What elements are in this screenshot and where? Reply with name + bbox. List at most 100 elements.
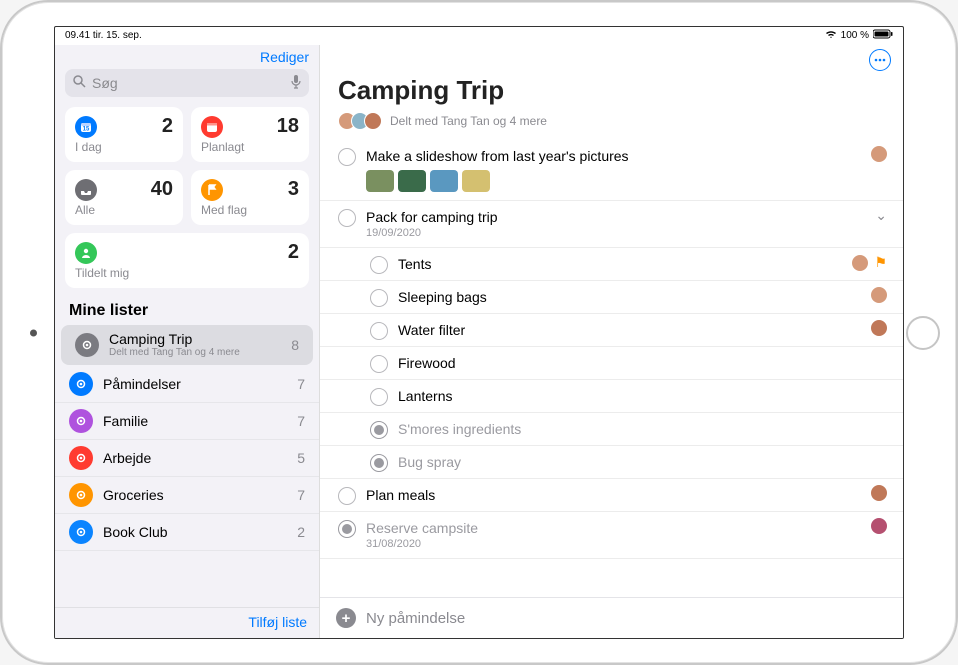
smart-assigned-count: 2 [288,241,299,264]
shared-info[interactable]: Delt med Tang Tan og 4 mere [338,112,885,130]
search-input[interactable]: Søg [65,69,309,97]
assignee-avatar [871,518,887,534]
reminder-row[interactable]: Bug spray [320,446,903,479]
smart-all-label: Alle [75,203,173,217]
assignee-avatar [871,287,887,303]
clock-text: 09.41 [65,30,90,41]
reminder-title: Reserve campsite [366,520,861,536]
reminder-meta: ⚑ [852,254,887,271]
list-item[interactable]: Arbejde 5 [55,440,319,477]
attachment-thumbs[interactable] [366,170,861,192]
list-count: 7 [297,413,305,429]
new-reminder-label: Ny påmindelse [366,610,465,627]
completion-toggle[interactable] [370,256,388,274]
completion-toggle[interactable] [338,209,356,227]
thumbnail[interactable] [366,170,394,192]
list-item[interactable]: Familie 7 [55,403,319,440]
reminder-title: Tents [398,256,842,272]
assignee-avatar [871,146,887,162]
smart-assigned[interactable]: 2 Tildelt mig [65,233,309,288]
reminders-list: Make a slideshow from last year's pictur… [320,138,903,597]
reminder-title: Firewood [398,355,877,371]
status-bar: 09.41 tir. 15. sep. 100 % [55,27,903,45]
reminder-title: Water filter [398,322,861,338]
reminder-title: Plan meals [366,487,861,503]
edit-button[interactable]: Rediger [260,49,309,65]
thumbnail[interactable] [398,170,426,192]
search-icon [73,75,86,91]
reminder-title: Sleeping bags [398,289,861,305]
smart-today[interactable]: 15 2 I dag [65,107,183,162]
list-subtitle: Delt med Tang Tan og 4 mere [109,347,281,358]
plus-icon: + [336,608,356,628]
list-name: Book Club [103,524,287,540]
reminder-row[interactable]: Lanterns [320,380,903,413]
mic-icon[interactable] [291,75,301,92]
reminder-row[interactable]: S'mores ingredients [320,413,903,446]
completion-toggle[interactable] [338,487,356,505]
add-list-button[interactable]: Tilføj liste [248,614,307,630]
flag-icon [201,179,223,201]
list-count: 7 [297,376,305,392]
list-color-icon [69,446,93,470]
my-lists-header: Mine lister [55,296,319,324]
more-button[interactable] [869,49,891,71]
chevron-down-icon[interactable]: ⌄ [875,207,887,224]
reminder-title: Make a slideshow from last year's pictur… [366,148,861,164]
list-name: Familie [103,413,287,429]
reminder-row[interactable]: Pack for camping trip 19/09/2020 ⌄ [320,201,903,248]
smart-flagged-label: Med flag [201,203,299,217]
list-name: Groceries [103,487,287,503]
home-button[interactable] [906,316,940,350]
reminder-row[interactable]: Plan meals [320,479,903,512]
smart-scheduled[interactable]: 18 Planlagt [191,107,309,162]
list-count: 2 [297,524,305,540]
reminder-date: 31/08/2020 [366,538,861,550]
smart-flagged[interactable]: 3 Med flag [191,170,309,225]
smart-today-label: I dag [75,140,173,154]
reminder-title: Pack for camping trip [366,209,865,225]
main-panel: Camping Trip Delt med Tang Tan og 4 mere… [320,45,903,638]
reminder-row[interactable]: Reserve campsite 31/08/2020 [320,512,903,559]
person-icon [75,242,97,264]
reminder-meta [871,518,887,534]
list-color-icon [69,483,93,507]
shared-avatars [338,112,382,130]
completion-toggle[interactable] [370,322,388,340]
date-text: tir. 15. sep. [93,30,142,41]
svg-text:15: 15 [83,126,90,132]
new-reminder-button[interactable]: + Ny påmindelse [320,597,903,638]
completion-toggle[interactable] [370,454,388,472]
smart-lists: 15 2 I dag 18 Planlagt [65,107,309,288]
reminder-row[interactable]: Tents ⚑ [320,248,903,281]
list-item[interactable]: Book Club 2 [55,514,319,551]
completion-toggle[interactable] [370,289,388,307]
list-count: 8 [291,337,299,353]
flag-icon: ⚑ [874,254,887,271]
search-placeholder: Søg [92,75,118,91]
reminder-row[interactable]: Sleeping bags [320,281,903,314]
reminder-meta: ⌄ [875,207,887,224]
completion-toggle[interactable] [370,388,388,406]
completion-toggle[interactable] [370,421,388,439]
list-item[interactable]: Camping Trip Delt med Tang Tan og 4 mere… [61,325,313,365]
thumbnail[interactable] [430,170,458,192]
completion-toggle[interactable] [338,520,356,538]
list-item[interactable]: Groceries 7 [55,477,319,514]
battery-icon [873,29,893,42]
completion-toggle[interactable] [370,355,388,373]
completion-toggle[interactable] [338,148,356,166]
list-color-icon [75,333,99,357]
reminder-row[interactable]: Water filter [320,314,903,347]
reminder-meta [871,146,887,162]
list-color-icon [69,372,93,396]
smart-all[interactable]: 40 Alle [65,170,183,225]
reminder-row[interactable]: Firewood [320,347,903,380]
calendar-today-icon: 15 [75,116,97,138]
avatar [364,112,382,130]
sidebar: Rediger Søg 15 [55,45,320,638]
reminder-row[interactable]: Make a slideshow from last year's pictur… [320,140,903,201]
thumbnail[interactable] [462,170,490,192]
list-item[interactable]: Påmindelser 7 [55,366,319,403]
app-content: Rediger Søg 15 [55,45,903,638]
